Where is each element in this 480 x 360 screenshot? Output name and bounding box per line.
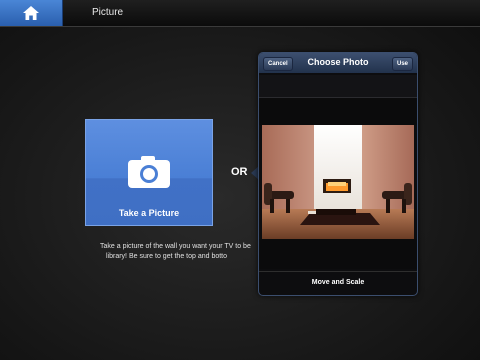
- choose-photo-popover: Choose Photo Cancel Use Move and Scale: [258, 52, 418, 296]
- instructions-line-2: library! Be sure to get the top and bott…: [106, 253, 228, 260]
- take-picture-button[interactable]: Take a Picture: [85, 119, 213, 226]
- camera-icon: [128, 156, 170, 188]
- top-nav-bar: Picture: [0, 0, 480, 27]
- popover-spacer: [259, 98, 417, 125]
- page-title: Picture: [92, 7, 124, 18]
- instructions-text: Take a picture of the wall you want your…: [100, 242, 260, 262]
- cancel-button[interactable]: Cancel: [263, 57, 293, 71]
- take-picture-label: Take a Picture: [118, 208, 180, 218]
- use-button[interactable]: Use: [391, 57, 413, 71]
- popover-header: Choose Photo Cancel Use: [259, 53, 417, 73]
- room-photo[interactable]: [262, 125, 414, 239]
- move-and-scale-label: Move and Scale: [259, 271, 417, 294]
- instructions-line-1: Take a picture of the wall you want your…: [100, 243, 251, 250]
- or-separator: OR: [231, 166, 248, 178]
- popover-toolbar: [259, 75, 417, 98]
- home-icon: [23, 6, 39, 20]
- home-button[interactable]: [0, 0, 63, 26]
- popover-bottom-spacer: [259, 239, 417, 269]
